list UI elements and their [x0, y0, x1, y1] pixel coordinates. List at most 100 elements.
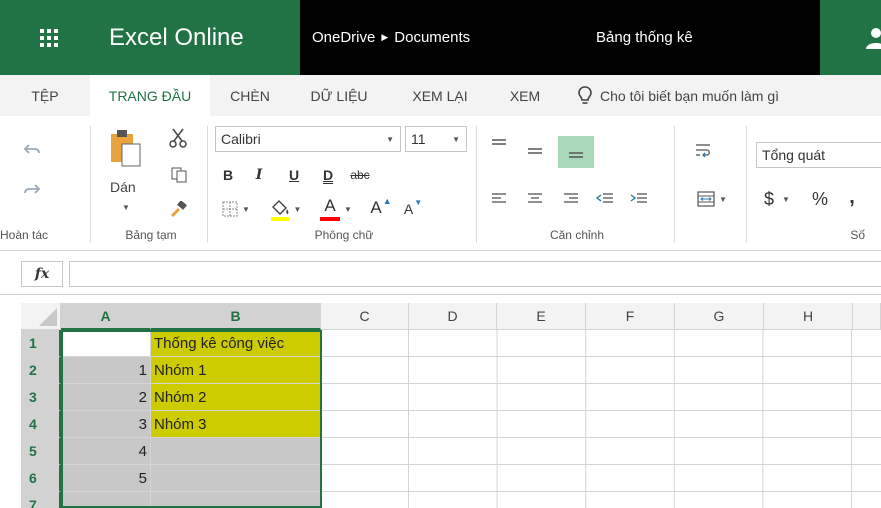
- bold-button[interactable]: B: [219, 164, 237, 186]
- italic-button[interactable]: I: [250, 164, 268, 186]
- formula-input[interactable]: [69, 261, 881, 287]
- row-header-3[interactable]: 3: [21, 384, 61, 411]
- column-header-c[interactable]: C: [321, 303, 409, 330]
- column-header-e[interactable]: E: [497, 303, 586, 330]
- cell-a3[interactable]: 2: [61, 384, 151, 411]
- ribbon-divider: [746, 126, 747, 243]
- column-header-b[interactable]: B: [151, 303, 321, 330]
- cell-b3[interactable]: Nhóm 2: [151, 384, 321, 411]
- cell-b5[interactable]: [151, 438, 321, 465]
- cell-b6[interactable]: [151, 465, 321, 492]
- row-header-4[interactable]: 4: [21, 411, 61, 438]
- comma-style-button[interactable]: ,: [844, 184, 860, 210]
- cell-a1[interactable]: [61, 330, 151, 357]
- paste-dropdown-icon[interactable]: ▼: [118, 200, 134, 214]
- cell-b2[interactable]: Nhóm 1: [151, 357, 321, 384]
- number-format-value: Tổng quát: [762, 147, 826, 163]
- strikethrough-button[interactable]: abc: [347, 164, 373, 186]
- shrink-font-button[interactable]: A ▼: [401, 198, 425, 220]
- tab-data[interactable]: DỮ LIỆU: [290, 75, 388, 116]
- increase-indent-button[interactable]: [628, 188, 650, 210]
- font-group: Calibri ▼ 11 ▼ B I U D abc ▼ ▼ A ▼ A ▲ A…: [213, 122, 475, 246]
- tab-view[interactable]: XEM: [492, 75, 558, 116]
- decrease-indent-button[interactable]: [594, 188, 616, 210]
- chevron-down-icon: ▼: [386, 135, 394, 144]
- number-group-label: Số: [850, 228, 865, 242]
- ribbon-divider: [476, 126, 477, 243]
- cell-b1[interactable]: Thống kê công việc: [151, 330, 321, 357]
- document-title[interactable]: Bảng thống kê: [520, 0, 820, 75]
- cell-b4[interactable]: Nhóm 3: [151, 411, 321, 438]
- formula-bar: fx: [0, 251, 881, 295]
- cell-a2[interactable]: 1: [61, 357, 151, 384]
- align-bottom-button[interactable]: [558, 136, 594, 168]
- cell-b7[interactable]: [151, 492, 321, 508]
- ribbon-tabs: TỆP TRANG ĐẦU CHÈN DỮ LIỆU XEM LẠI XEM C…: [0, 75, 881, 116]
- underline-button[interactable]: U: [285, 164, 303, 186]
- align-top-button[interactable]: [488, 134, 510, 156]
- column-header-overflow[interactable]: [853, 303, 881, 330]
- align-middle-button[interactable]: [524, 140, 546, 162]
- cell-a4[interactable]: 3: [61, 411, 151, 438]
- borders-icon: [222, 201, 238, 217]
- tab-file[interactable]: TỆP: [0, 75, 90, 116]
- cell-a7[interactable]: [61, 492, 151, 508]
- row-header-7[interactable]: 7: [21, 492, 61, 508]
- undo-group: Hoàn tác: [0, 122, 90, 246]
- row-header-1[interactable]: 1: [21, 330, 61, 357]
- column-header-d[interactable]: D: [409, 303, 497, 330]
- row-header-6[interactable]: 6: [21, 465, 61, 492]
- font-size-box[interactable]: 11 ▼: [405, 126, 467, 152]
- align-left-button[interactable]: [488, 188, 510, 210]
- chevron-down-icon: ▼: [344, 204, 352, 214]
- chevron-down-icon: ▼: [293, 204, 302, 214]
- font-color-button[interactable]: A ▼: [317, 196, 355, 222]
- breadcrumb-documents[interactable]: Documents: [394, 29, 470, 46]
- column-header-g[interactable]: G: [675, 303, 764, 330]
- clipboard-group-label: Bảng tạm: [125, 228, 177, 242]
- insert-function-button[interactable]: fx: [21, 261, 63, 287]
- wrap-text-button[interactable]: [692, 140, 714, 162]
- waffle-icon: [39, 28, 58, 47]
- align-center-button[interactable]: [524, 188, 546, 210]
- tell-me-box[interactable]: Cho tôi biết bạn muốn làm gì: [558, 75, 779, 116]
- column-header-a[interactable]: A: [61, 303, 151, 330]
- row-header-2[interactable]: 2: [21, 357, 61, 384]
- breadcrumb-onedrive[interactable]: OneDrive: [312, 29, 375, 46]
- arrow-up-icon: ▲: [382, 196, 392, 206]
- format-painter-button[interactable]: [168, 198, 190, 220]
- font-name-box[interactable]: Calibri ▼: [215, 126, 401, 152]
- tab-insert[interactable]: CHÈN: [210, 75, 290, 116]
- copy-button[interactable]: [168, 164, 190, 186]
- app-launcher-button[interactable]: [0, 0, 97, 75]
- borders-button[interactable]: ▼: [219, 198, 253, 220]
- number-format-box[interactable]: Tổng quát: [756, 142, 881, 168]
- paste-button[interactable]: [106, 126, 146, 170]
- fill-color-button[interactable]: ▼: [265, 196, 305, 222]
- user-account-button[interactable]: [820, 0, 881, 75]
- double-underline-button[interactable]: D: [319, 164, 337, 186]
- paste-label[interactable]: Dán: [110, 179, 136, 195]
- currency-button[interactable]: $ ▼: [760, 186, 794, 212]
- ribbon-home: Hoàn tác Dán ▼ Bảng tạm Calibri ▼ 11 ▼ B…: [0, 116, 881, 251]
- grow-font-button[interactable]: A ▲: [369, 196, 393, 220]
- tab-review[interactable]: XEM LẠI: [388, 75, 492, 116]
- align-right-button[interactable]: [560, 188, 582, 210]
- column-header-f[interactable]: F: [586, 303, 675, 330]
- tab-home[interactable]: TRANG ĐẦU: [90, 75, 210, 116]
- column-header-h[interactable]: H: [764, 303, 853, 330]
- percent-button[interactable]: %: [808, 186, 832, 212]
- cell-a6[interactable]: 5: [61, 465, 151, 492]
- undo-button[interactable]: [20, 138, 44, 162]
- select-all-corner[interactable]: [21, 303, 61, 330]
- cell-a5[interactable]: 4: [61, 438, 151, 465]
- cut-button[interactable]: [166, 126, 190, 150]
- app-name[interactable]: Excel Online: [97, 0, 300, 75]
- row-header-5[interactable]: 5: [21, 438, 61, 465]
- redo-button[interactable]: [20, 178, 44, 202]
- ribbon-divider: [90, 126, 91, 243]
- merge-center-button[interactable]: ▼: [692, 188, 732, 210]
- font-name-value: Calibri: [221, 131, 261, 147]
- number-group: Tổng quát $ ▼ % , Số: [752, 122, 881, 246]
- shrink-font-letter: A: [403, 201, 414, 217]
